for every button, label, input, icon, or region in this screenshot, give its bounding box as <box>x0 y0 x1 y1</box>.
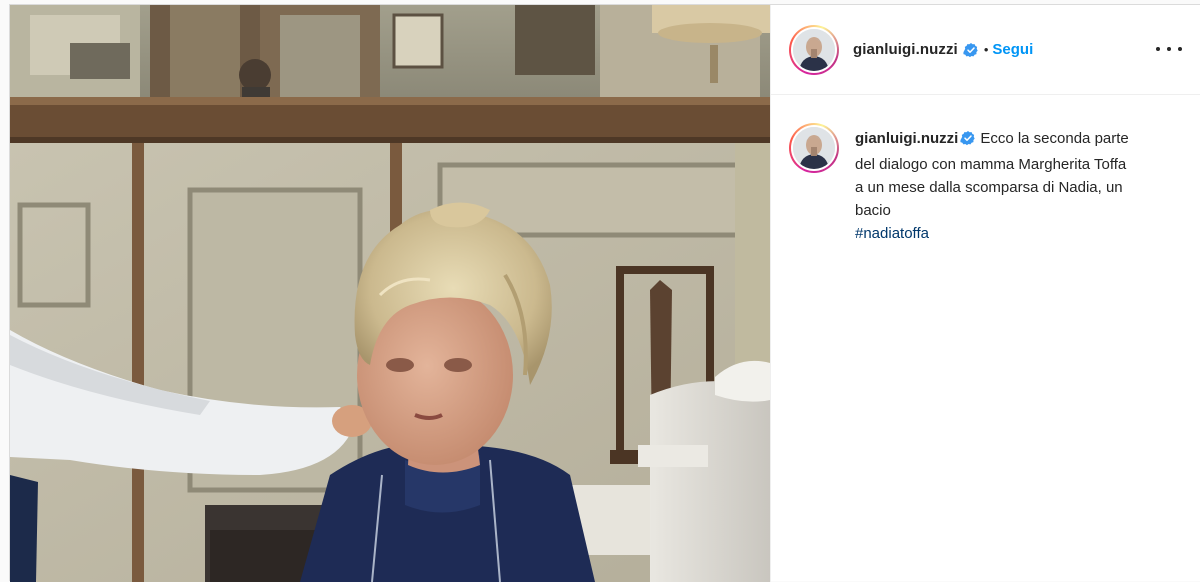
post-caption: gianluigi.nuzzi Ecco la seconda parte del… <box>771 95 1200 245</box>
post-header: gianluigi.nuzzi • Segui <box>771 5 1200 95</box>
more-horizontal-icon[interactable] <box>1156 37 1182 61</box>
author-avatar[interactable] <box>789 24 839 75</box>
hashtag-link[interactable]: #nadiatoffa <box>855 225 929 242</box>
verified-badge-icon <box>963 42 979 58</box>
post-side-panel: gianluigi.nuzzi • Segui gianluigi.nuzzi … <box>770 5 1200 582</box>
follow-button[interactable]: Segui <box>992 41 1033 58</box>
instagram-post: gianluigi.nuzzi • Segui gianluigi.nuzzi … <box>9 4 1200 582</box>
avatar-photo <box>793 127 835 169</box>
avatar-photo <box>793 28 835 71</box>
caption-username[interactable]: gianluigi.nuzzi <box>855 130 958 147</box>
post-video[interactable] <box>10 5 770 582</box>
video-frame-image <box>10 5 770 582</box>
author-username[interactable]: gianluigi.nuzzi <box>853 41 958 58</box>
caption-author-avatar[interactable] <box>789 123 839 173</box>
caption-text-block: gianluigi.nuzzi Ecco la seconda parte del… <box>855 127 1135 245</box>
separator-dot: • <box>983 42 989 57</box>
verified-badge-icon <box>960 130 976 153</box>
